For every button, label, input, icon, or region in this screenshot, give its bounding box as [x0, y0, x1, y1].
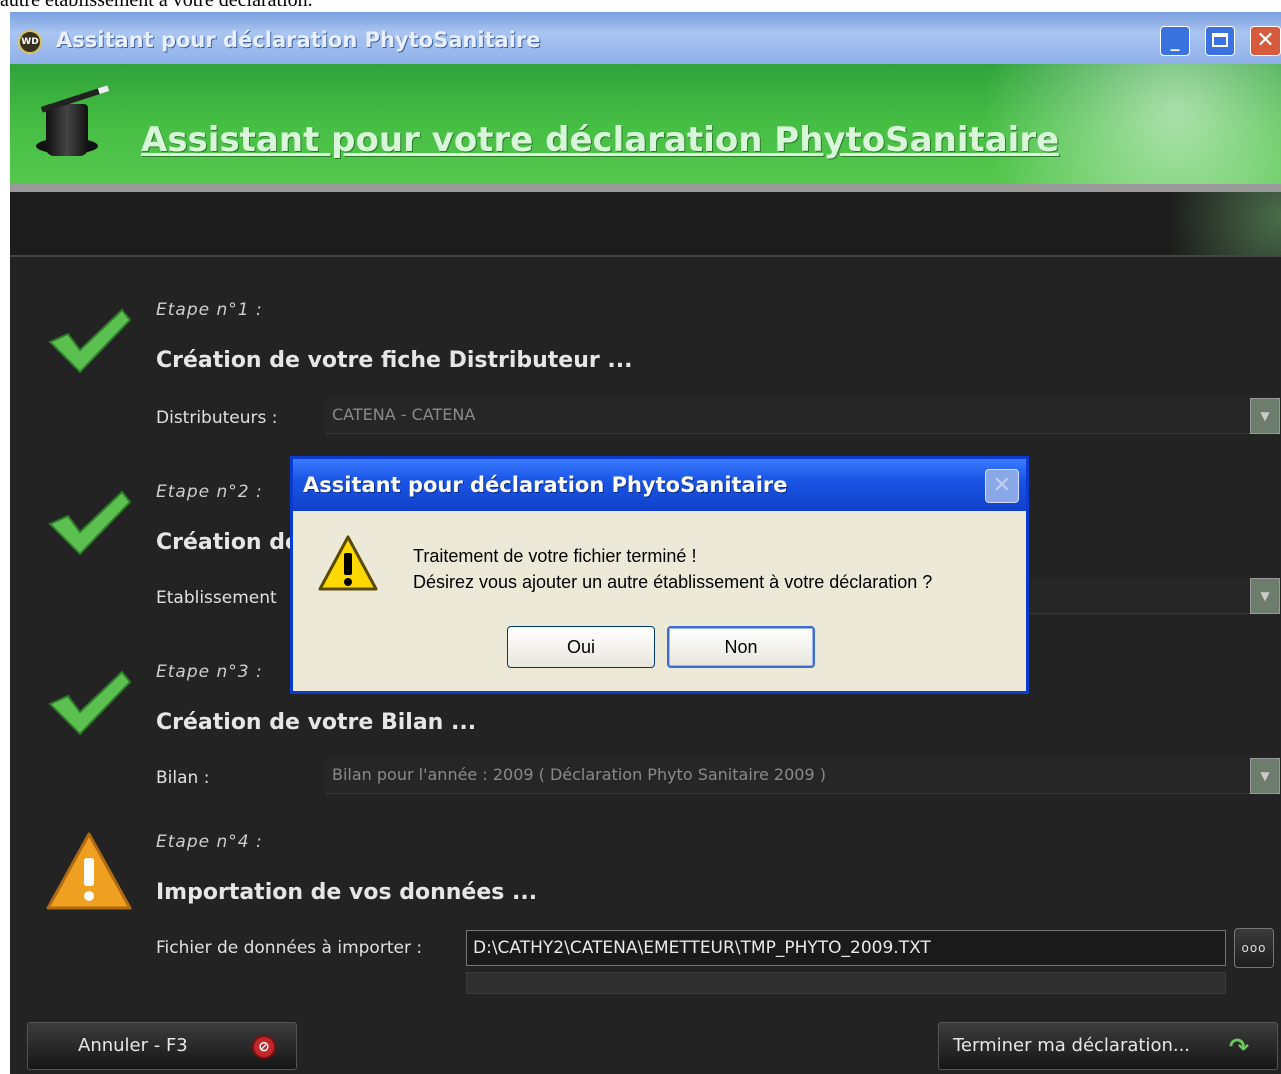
import-file-value: D:\CATHY2\CATENA\EMETTEUR\TMP_PHYTO_2009…	[473, 938, 931, 958]
import-progress-bar	[466, 972, 1226, 994]
cancel-icon: ⊘	[252, 1035, 276, 1059]
yes-button[interactable]: Oui	[507, 626, 655, 668]
chevron-down-icon[interactable]: ▼	[1250, 398, 1280, 434]
import-file-label: Fichier de données à importer :	[156, 938, 423, 958]
distributeurs-label: Distributeurs :	[156, 408, 278, 428]
header-banner: Assistant pour votre déclaration PhytoSa…	[10, 64, 1281, 184]
maximize-button[interactable]	[1205, 26, 1235, 56]
finish-button-label: Terminer ma déclaration...	[953, 1035, 1191, 1056]
window-title: Assitant pour déclaration PhytoSanitaire	[56, 28, 541, 52]
check-icon	[48, 490, 132, 556]
distributeurs-select[interactable]: CATENA - CATENA ▼	[326, 398, 1280, 434]
bilan-select[interactable]: Bilan pour l'année : 2009 ( Déclaration …	[326, 758, 1280, 794]
close-button[interactable]: ✕	[1250, 26, 1281, 56]
chevron-down-icon[interactable]: ▼	[1250, 758, 1280, 794]
minimize-button[interactable]: _	[1160, 26, 1190, 56]
bilan-label: Bilan :	[156, 768, 210, 788]
dialog-close-button[interactable]: ✕	[985, 469, 1019, 503]
import-file-input[interactable]: D:\CATHY2\CATENA\EMETTEUR\TMP_PHYTO_2009…	[466, 930, 1226, 966]
dialog-titlebar[interactable]: Assitant pour déclaration PhytoSanitaire…	[293, 459, 1026, 511]
banner-divider	[10, 184, 1281, 192]
step-3-title: Création de votre Bilan ...	[156, 710, 477, 735]
step-4-label: Etape n°4 :	[156, 832, 263, 852]
window-titlebar[interactable]: WD Assitant pour déclaration PhytoSanita…	[10, 12, 1281, 64]
etablissement-label: Etablissement	[156, 588, 277, 608]
step-1-title: Création de votre fiche Distributeur ...	[156, 348, 633, 373]
dialog-title: Assitant pour déclaration PhytoSanitaire	[303, 473, 788, 497]
step-4-title: Importation de vos données ...	[156, 880, 538, 905]
browse-button[interactable]: ooo	[1234, 928, 1274, 968]
maximize-icon	[1212, 33, 1228, 47]
bilan-value: Bilan pour l'année : 2009 ( Déclaration …	[332, 765, 826, 784]
check-icon	[48, 670, 132, 736]
dialog-message-line-1: Traitement de votre fichier terminé !	[413, 546, 697, 566]
arrow-forward-icon: ↷	[1229, 1033, 1250, 1061]
page-caption: autre établissement à votre déclaration.	[0, 0, 313, 8]
chevron-down-icon[interactable]: ▼	[1250, 578, 1280, 614]
step-1-label: Etape n°1 :	[156, 300, 263, 320]
no-button[interactable]: Non	[667, 626, 815, 668]
magic-hat-icon	[36, 85, 110, 164]
check-icon	[48, 308, 132, 374]
step-2-label: Etape n°2 :	[156, 482, 263, 502]
header-band	[10, 192, 1281, 257]
step-3-label: Etape n°3 :	[156, 662, 263, 682]
step-2-title: Création de	[156, 530, 300, 555]
confirm-dialog: Assitant pour déclaration PhytoSanitaire…	[290, 456, 1029, 694]
finish-button[interactable]: Terminer ma déclaration... ↷	[938, 1022, 1278, 1070]
warning-icon	[318, 535, 378, 591]
app-icon: WD	[18, 30, 42, 54]
warning-icon	[46, 832, 132, 910]
cancel-button-label: Annuler - F3	[78, 1035, 188, 1056]
banner-title: Assistant pour votre déclaration PhytoSa…	[141, 120, 1060, 160]
cancel-button[interactable]: Annuler - F3 ⊘	[27, 1022, 297, 1070]
dialog-message-line-2: Désirez vous ajouter un autre établissem…	[413, 572, 933, 592]
distributeurs-value: CATENA - CATENA	[332, 405, 476, 424]
dialog-message: Traitement de votre fichier terminé ! Dé…	[413, 543, 932, 595]
